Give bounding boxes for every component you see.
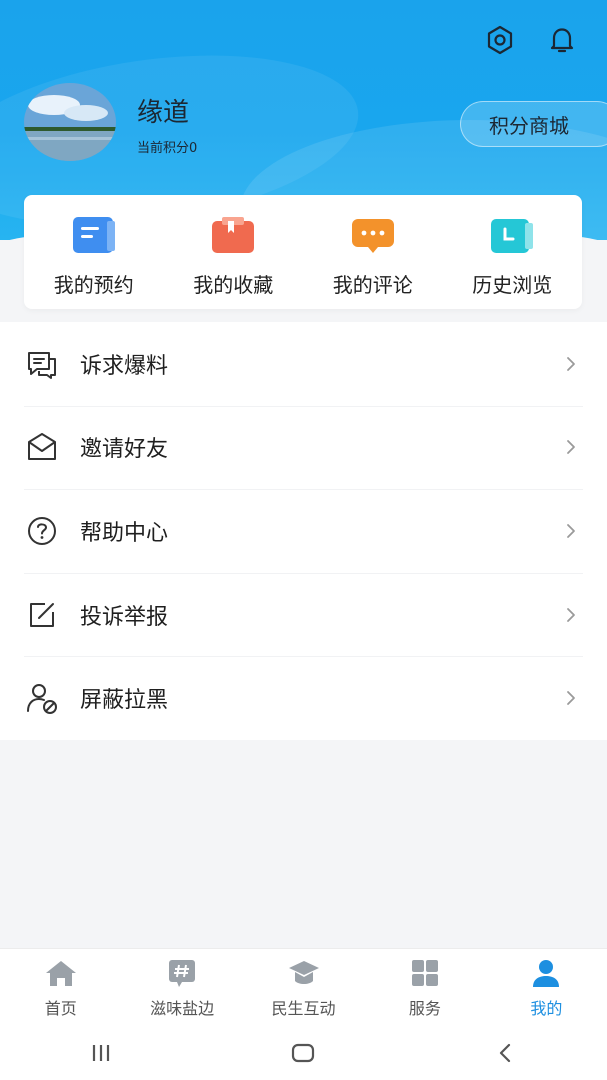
edit-icon [24,597,60,633]
back-icon[interactable] [486,1033,526,1073]
points-label: 当前积分0 [137,141,198,156]
chevron-right-icon [567,691,575,706]
chevron-right-icon [567,607,575,622]
menu-item-help[interactable]: 帮助中心 [0,489,607,573]
quick-item-comments[interactable]: 我的评论 [303,195,443,309]
person-icon [528,957,564,989]
quick-actions-card: 我的预约 我的收藏 我的评论 历史浏览 [24,195,582,309]
menu-item-label: 帮助中心 [80,520,169,546]
comment-icon [350,215,396,255]
menu-list: 诉求爆料 邀请好友 帮助中心 投诉举报 屏蔽拉黑 [0,322,607,740]
tab-services[interactable]: 服务 [364,949,485,1026]
hashtag-icon [164,957,200,989]
tab-mine[interactable]: 我的 [486,949,607,1026]
user-name: 缘道 [137,98,190,128]
menu-item-label: 诉求爆料 [80,353,169,379]
settings-icon[interactable] [482,22,518,58]
tab-local-flavor[interactable]: 滋味盐边 [121,949,242,1026]
chevron-right-icon [567,440,575,455]
quick-item-label: 我的预约 [53,273,134,297]
tab-label: 服务 [408,999,441,1018]
points-mall-button[interactable]: 积分商城 [460,101,607,147]
quick-item-favorites[interactable]: 我的收藏 [164,195,304,309]
quick-item-history[interactable]: 历史浏览 [443,195,583,309]
history-icon [489,215,535,255]
tab-label: 滋味盐边 [150,999,215,1018]
system-nav-bar [0,1026,607,1080]
menu-item-report[interactable]: 诉求爆料 [0,322,607,406]
block-user-icon [24,680,60,716]
tab-label: 我的 [530,999,563,1018]
home-button-icon[interactable] [283,1033,323,1073]
mortarboard-icon [286,957,322,989]
chevron-right-icon [567,356,575,371]
avatar[interactable] [24,83,116,161]
menu-item-complaint[interactable]: 投诉举报 [0,572,607,657]
question-icon [24,513,60,549]
tab-label: 民生互动 [271,999,336,1018]
menu-item-label: 投诉举报 [80,604,169,630]
appointment-icon [71,215,117,255]
quick-item-label: 我的收藏 [193,273,274,297]
bell-icon[interactable] [544,22,580,58]
grid-icon [407,957,443,989]
envelope-icon [24,429,60,465]
tab-label: 首页 [44,999,77,1018]
chat-report-icon [24,346,60,382]
menu-item-invite[interactable]: 邀请好友 [0,405,607,490]
chevron-right-icon [567,524,575,538]
quick-item-label: 我的评论 [332,273,413,297]
quick-item-appointments[interactable]: 我的预约 [24,195,164,309]
quick-item-label: 历史浏览 [472,273,553,297]
menu-item-label: 屏蔽拉黑 [80,688,169,714]
bottom-tab-bar: 首页 滋味盐边 民生互动 服务 我的 [0,948,607,1026]
menu-item-label: 邀请好友 [80,437,169,463]
tab-interaction[interactable]: 民生互动 [243,949,364,1026]
recent-apps-icon[interactable] [81,1033,121,1073]
favorites-icon [210,215,256,255]
tab-home[interactable]: 首页 [0,949,121,1026]
home-icon [43,957,79,989]
menu-item-block[interactable]: 屏蔽拉黑 [0,656,607,740]
